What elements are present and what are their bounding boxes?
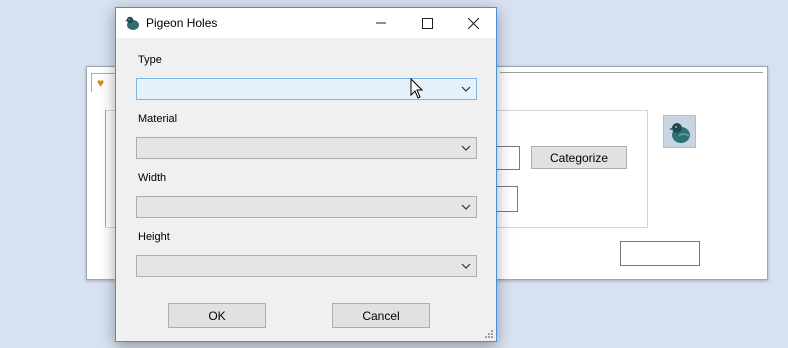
pigeon-holes-dialog: Pigeon Holes Type Material Width Height … bbox=[115, 7, 497, 342]
pigeon-icon bbox=[124, 15, 140, 31]
material-combobox[interactable] bbox=[136, 137, 477, 159]
divider bbox=[500, 72, 763, 73]
chevron-down-icon[interactable] bbox=[459, 200, 473, 214]
width-label: Width bbox=[138, 172, 167, 184]
minimize-icon bbox=[376, 22, 386, 24]
minimize-button[interactable] bbox=[358, 8, 404, 38]
height-label: Height bbox=[138, 231, 170, 243]
width-combobox[interactable] bbox=[136, 196, 477, 218]
background-text-input[interactable] bbox=[496, 146, 520, 170]
close-icon bbox=[467, 17, 479, 29]
chevron-down-icon[interactable] bbox=[459, 259, 473, 273]
pigeon-icon bbox=[663, 115, 696, 148]
divider bbox=[105, 110, 106, 226]
height-combobox[interactable] bbox=[136, 255, 477, 277]
maximize-button[interactable] bbox=[404, 8, 450, 38]
background-text-input[interactable] bbox=[496, 186, 518, 212]
dialog-title: Pigeon Holes bbox=[146, 16, 218, 30]
resize-grip-icon[interactable] bbox=[484, 329, 494, 339]
chevron-down-icon[interactable] bbox=[459, 82, 473, 96]
mouse-cursor-icon bbox=[410, 78, 424, 99]
cancel-button[interactable]: Cancel bbox=[332, 303, 430, 328]
background-text-input[interactable] bbox=[620, 241, 700, 266]
categorize-button[interactable]: Categorize bbox=[531, 146, 627, 169]
ok-button[interactable]: OK bbox=[168, 303, 266, 328]
material-label: Material bbox=[138, 113, 178, 125]
title-bar[interactable]: Pigeon Holes bbox=[116, 8, 496, 38]
type-label: Type bbox=[138, 54, 162, 66]
chevron-down-icon[interactable] bbox=[459, 141, 473, 155]
close-button[interactable] bbox=[450, 8, 496, 38]
maximize-icon bbox=[421, 17, 433, 29]
tab-icon: ♥ bbox=[97, 76, 105, 90]
